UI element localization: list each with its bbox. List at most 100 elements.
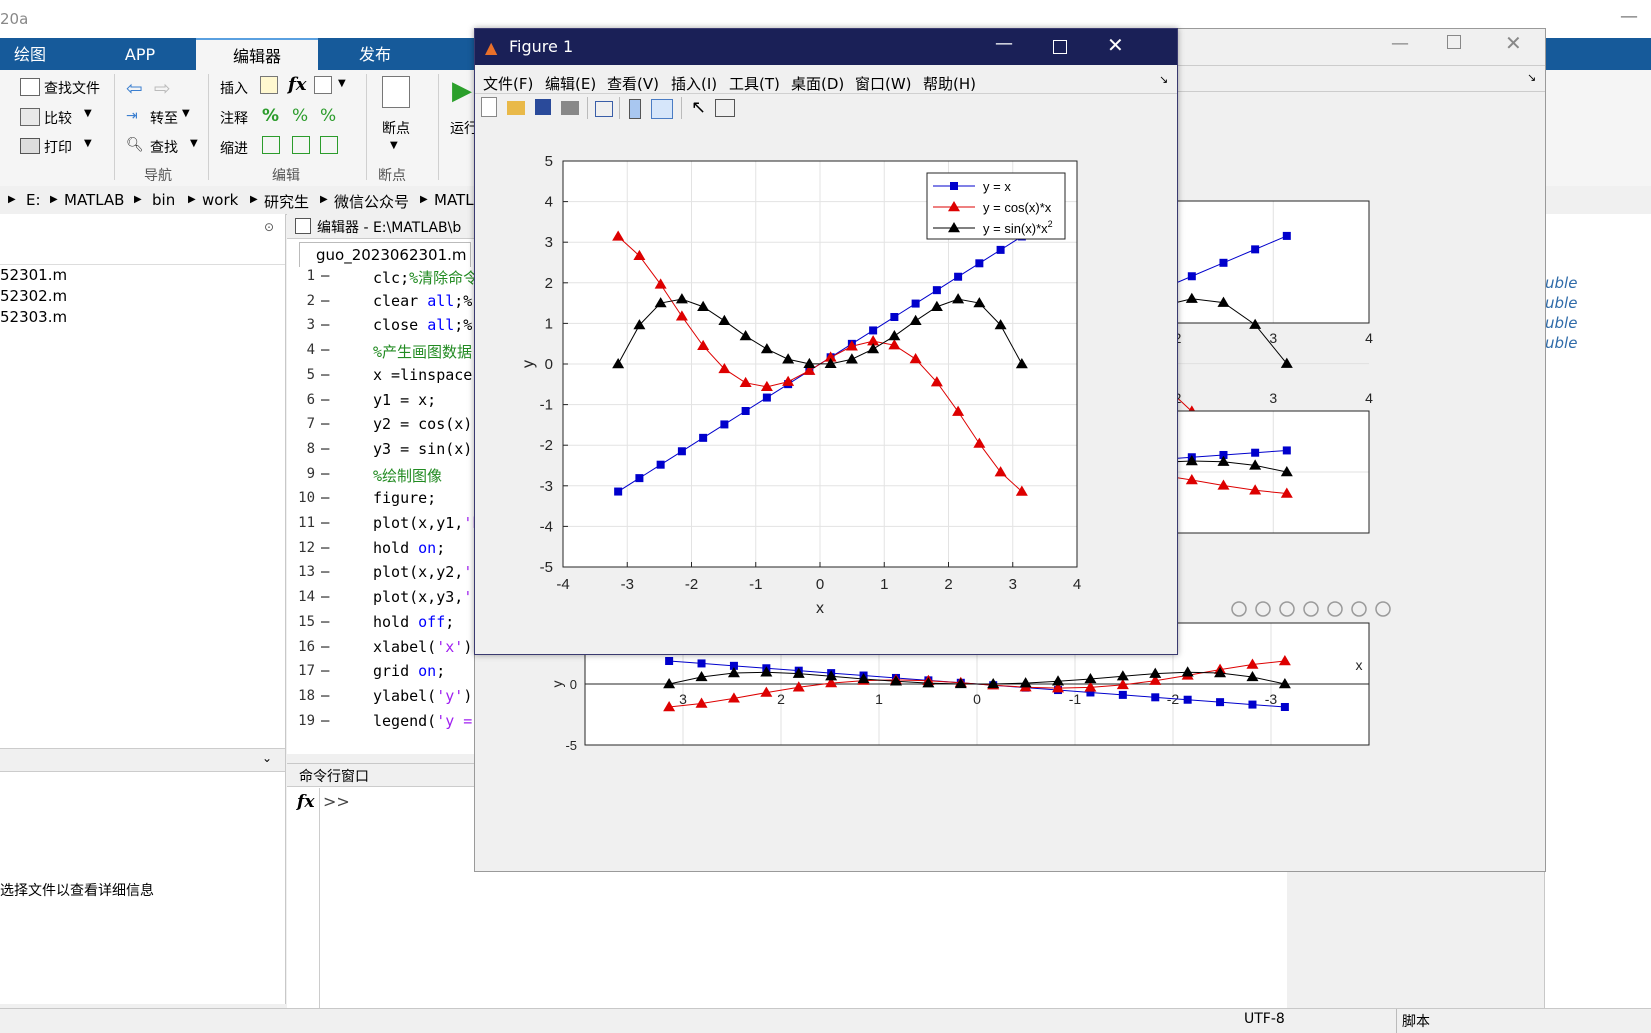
chevron-down-icon[interactable]: ▼ bbox=[338, 78, 346, 89]
breakpoint-gutter[interactable]: — bbox=[321, 317, 329, 333]
tab-editor[interactable]: 编辑器 bbox=[196, 38, 318, 70]
breadcrumb-item[interactable]: bin bbox=[152, 191, 175, 209]
chevron-down-icon[interactable]: ▼ bbox=[84, 108, 92, 119]
code-line[interactable]: plot(x,y2,'r bbox=[373, 563, 481, 581]
increase-indent-icon[interactable] bbox=[320, 136, 338, 154]
breakpoint-gutter[interactable]: — bbox=[321, 392, 329, 408]
find-files-button[interactable]: 查找文件 bbox=[44, 78, 100, 98]
breakpoint-gutter[interactable]: — bbox=[321, 713, 329, 729]
figure-1-window[interactable]: ▲ Figure 1 — ✕ 文件(F) 编辑(E) 查看(V) 插入(I) 工… bbox=[474, 28, 1178, 655]
breakpoint-gutter[interactable]: — bbox=[321, 589, 329, 605]
tab-plots[interactable]: 绘图 bbox=[0, 38, 60, 70]
file-item[interactable]: 52303.m bbox=[0, 308, 67, 326]
legend-icon[interactable] bbox=[651, 99, 673, 119]
open-file-icon[interactable] bbox=[507, 101, 525, 115]
code-line[interactable]: %产生画图数据 bbox=[373, 341, 472, 362]
decrease-indent-icon[interactable] bbox=[292, 136, 310, 154]
breakpoint-gutter[interactable]: — bbox=[321, 293, 329, 309]
colorbar-icon[interactable] bbox=[629, 99, 641, 119]
breakpoint-gutter[interactable]: — bbox=[321, 268, 329, 284]
breakpoint-gutter[interactable]: — bbox=[321, 614, 329, 630]
breakpoint-gutter[interactable]: — bbox=[321, 490, 329, 506]
plot-area[interactable]: -4 -3 -2 -1 0 1 2 3 4-5-4-3-2-1012345xyy = xy = … bbox=[475, 125, 1177, 653]
file-item[interactable]: 52301.m bbox=[0, 266, 67, 284]
chevron-down-icon[interactable]: ▼ bbox=[182, 108, 190, 119]
tab-apps[interactable]: APP bbox=[110, 38, 170, 70]
insert-button[interactable]: 插入 bbox=[220, 78, 248, 98]
fx-icon[interactable]: fx bbox=[288, 74, 306, 95]
maximize-icon[interactable] bbox=[1053, 40, 1067, 54]
chevron-down-icon[interactable]: ▼ bbox=[190, 138, 198, 149]
breakpoint-gutter[interactable]: — bbox=[321, 416, 329, 432]
goto-button[interactable]: 转至 bbox=[150, 108, 178, 128]
code-line[interactable]: hold off; bbox=[373, 613, 454, 631]
menu-edit[interactable]: 编辑(E) bbox=[545, 73, 596, 94]
menu-help[interactable]: 帮助(H) bbox=[923, 73, 976, 94]
breadcrumb-item[interactable]: MATLAB bbox=[64, 191, 124, 209]
forward-arrow-icon[interactable]: ⇨ bbox=[154, 76, 171, 100]
code-line[interactable]: %绘制图像 bbox=[373, 465, 442, 486]
code-line[interactable]: plot(x,y3,'k bbox=[373, 588, 481, 606]
code-line[interactable]: y2 = cos(x). bbox=[373, 415, 481, 433]
code-line[interactable]: plot(x,y1,'b bbox=[373, 514, 481, 532]
menu-file[interactable]: 文件(F) bbox=[483, 73, 533, 94]
code-line[interactable]: hold on; bbox=[373, 539, 445, 557]
menu-tools[interactable]: 工具(T) bbox=[729, 73, 780, 94]
code-line[interactable]: xlabel('x') bbox=[373, 638, 472, 656]
link-plot-icon[interactable] bbox=[595, 101, 613, 117]
menu-desktop[interactable]: 桌面(D) bbox=[791, 73, 844, 94]
minimize-icon[interactable]: — bbox=[995, 33, 1013, 54]
breakpoint-gutter[interactable]: — bbox=[321, 540, 329, 556]
smart-indent-icon[interactable] bbox=[262, 136, 280, 154]
tab-publish[interactable]: 发布 bbox=[340, 38, 410, 70]
menu-window[interactable]: 窗口(W) bbox=[855, 73, 912, 94]
breakpoint-gutter[interactable]: — bbox=[321, 564, 329, 580]
breakpoint-gutter[interactable]: — bbox=[321, 639, 329, 655]
property-inspector-icon[interactable] bbox=[715, 99, 735, 117]
code-line[interactable]: legend('y = bbox=[373, 712, 472, 730]
code-line[interactable]: y1 = x; bbox=[373, 391, 436, 409]
find-button[interactable]: 查找 bbox=[150, 137, 178, 157]
print-icon[interactable] bbox=[561, 101, 579, 115]
breakpoint-gutter[interactable]: — bbox=[321, 441, 329, 457]
breadcrumb-item[interactable]: 研究生 bbox=[264, 191, 309, 212]
breakpoint-gutter[interactable]: — bbox=[321, 688, 329, 704]
pointer-icon[interactable]: ↖ bbox=[691, 97, 706, 118]
code-line[interactable]: grid on; bbox=[373, 662, 445, 680]
figure-title-bar[interactable]: ▲ Figure 1 — ✕ bbox=[475, 29, 1177, 65]
percent-icon[interactable]: % bbox=[262, 106, 279, 126]
minimize-icon[interactable]: — bbox=[1620, 6, 1638, 27]
comment-button[interactable]: 注释 bbox=[220, 108, 248, 128]
breakpoint-gutter[interactable]: — bbox=[321, 515, 329, 531]
print-button[interactable]: 打印 bbox=[44, 137, 72, 157]
breadcrumb-item[interactable]: E: bbox=[26, 191, 41, 209]
chevron-down-icon[interactable]: ⌄ bbox=[262, 751, 272, 765]
back-arrow-icon[interactable]: ⇦ bbox=[126, 76, 143, 100]
chevron-down-icon[interactable]: ▼ bbox=[84, 138, 92, 149]
new-figure-icon[interactable] bbox=[481, 97, 497, 117]
fx-icon[interactable]: fx bbox=[297, 792, 314, 812]
insert-section-icon[interactable] bbox=[260, 76, 278, 94]
insert-function-icon[interactable] bbox=[314, 76, 332, 94]
breadcrumb-item[interactable]: 微信公众号 bbox=[334, 191, 409, 212]
panel-menu-icon[interactable]: ⊙ bbox=[264, 220, 274, 234]
breakpoint-gutter[interactable]: — bbox=[321, 663, 329, 679]
breadcrumb-item[interactable]: work bbox=[202, 191, 238, 209]
compare-button[interactable]: 比较 bbox=[44, 108, 72, 128]
breakpoints-icon[interactable] bbox=[382, 76, 410, 108]
breakpoints-button[interactable]: 断点 bbox=[382, 118, 410, 138]
breakpoint-gutter[interactable]: — bbox=[321, 367, 329, 383]
close-icon[interactable]: ✕ bbox=[1107, 33, 1124, 57]
code-line[interactable]: y3 = sin(x). bbox=[373, 440, 481, 458]
indent-button[interactable]: 缩进 bbox=[220, 138, 248, 158]
save-icon[interactable] bbox=[535, 99, 551, 115]
code-line[interactable]: figure; bbox=[373, 489, 436, 507]
uncomment-icon[interactable]: % bbox=[292, 106, 308, 126]
wrap-comment-icon[interactable]: % bbox=[320, 106, 336, 126]
breakpoint-gutter[interactable]: — bbox=[321, 466, 329, 482]
menu-insert[interactable]: 插入(I) bbox=[671, 73, 717, 94]
menu-view[interactable]: 查看(V) bbox=[607, 73, 659, 94]
code-line[interactable]: close all;% bbox=[373, 316, 472, 334]
command-prompt[interactable]: >> bbox=[323, 792, 350, 811]
run-icon[interactable]: ▶ bbox=[452, 76, 472, 106]
